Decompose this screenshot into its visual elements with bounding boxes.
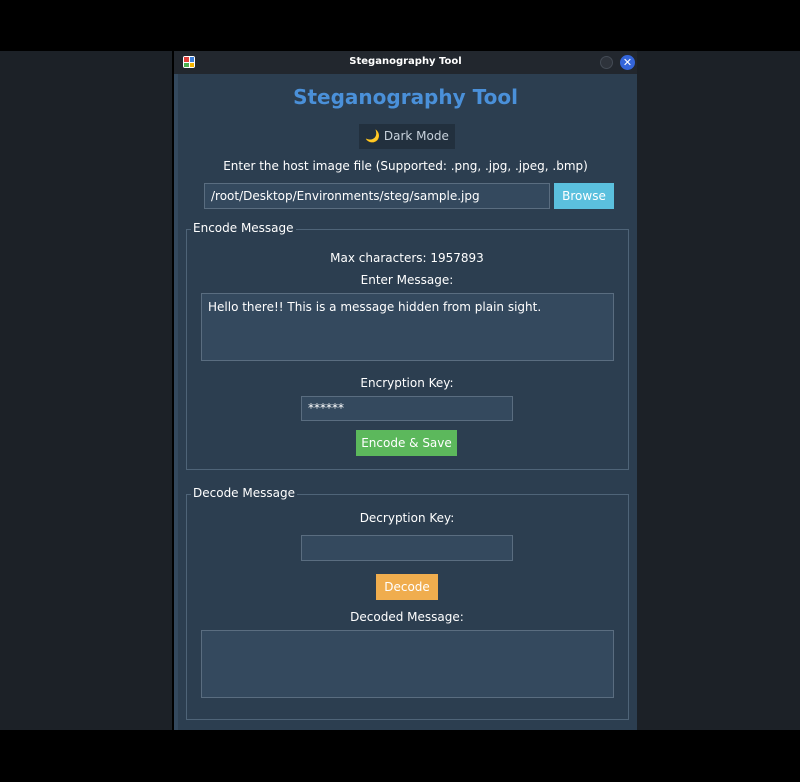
decryption-key-label: Decryption Key: [359, 511, 455, 525]
close-icon: ✕ [622, 56, 633, 69]
browse-button[interactable]: Browse [554, 183, 614, 209]
max-characters-label: Max characters: 1957893 [330, 251, 484, 265]
window-titlebar[interactable]: Steganography Tool ✕ [174, 51, 637, 74]
host-file-input[interactable]: /root/Desktop/Environments/steg/sample.j… [204, 183, 550, 209]
app-window: Steganography Tool ✕ Steganography Tool … [174, 51, 637, 730]
close-button[interactable]: ✕ [620, 55, 635, 70]
decode-group-title: Decode Message [191, 486, 297, 500]
dark-mode-button[interactable]: 🌙 Dark Mode [359, 124, 455, 149]
decryption-key-input[interactable] [301, 535, 513, 561]
encode-group-title: Encode Message [191, 221, 296, 235]
encryption-key-label: Encryption Key: [360, 376, 454, 390]
screen-top-bar [0, 0, 800, 51]
screen-bottom-bar [0, 730, 800, 782]
message-textarea[interactable]: Hello there!! This is a message hidden f… [201, 293, 614, 361]
desktop-background-right [637, 51, 800, 730]
decode-button[interactable]: Decode [376, 574, 438, 600]
decoded-message-textarea[interactable] [201, 630, 614, 698]
decoded-message-label: Decoded Message: [350, 610, 464, 624]
encode-save-button[interactable]: Encode & Save [356, 430, 457, 456]
page-title: Steganography Tool [293, 85, 518, 109]
window-title: Steganography Tool [349, 56, 462, 67]
encryption-key-input[interactable]: ****** [301, 396, 513, 421]
desktop-background-left [0, 51, 172, 730]
moon-icon: 🌙 [365, 129, 381, 143]
host-file-label: Enter the host image file (Supported: .p… [223, 159, 588, 173]
minimize-button[interactable] [600, 56, 613, 69]
dark-mode-label: Dark Mode [383, 129, 449, 143]
enter-message-label: Enter Message: [360, 273, 454, 287]
